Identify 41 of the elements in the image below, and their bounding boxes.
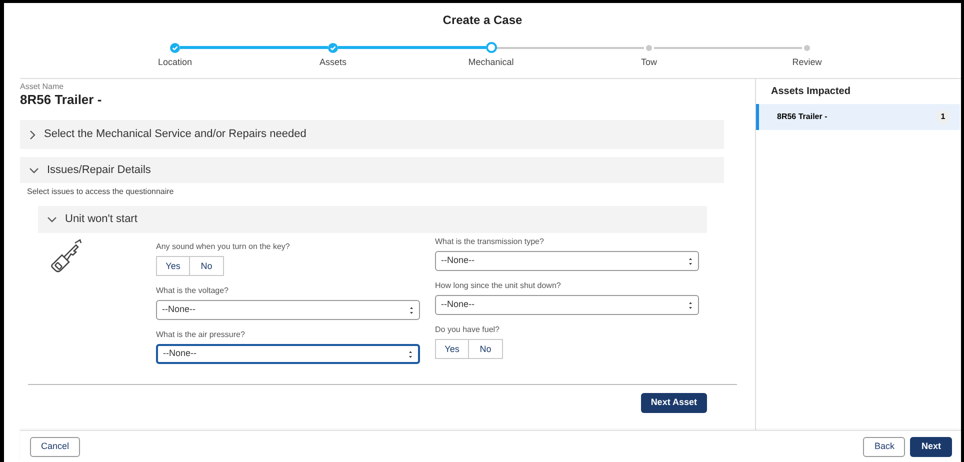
section-header[interactable]: Issues/Repair Details (20, 157, 724, 183)
select-field[interactable]: --None-- (156, 344, 420, 364)
step-label[interactable]: Mechanical (468, 57, 514, 68)
question-label: What is the air pressure? (156, 330, 246, 340)
step-label[interactable]: Location (158, 57, 192, 68)
page-title: Create a Case (442, 12, 524, 28)
question-label: Do you have fuel? (435, 325, 500, 335)
back-button[interactable]: Back (863, 436, 906, 456)
asset-name-value: 8R56 Trailer - (20, 92, 103, 108)
sort-arrows-icon (408, 350, 413, 358)
hint-text: Select issues to access the questionnaire (27, 187, 175, 197)
select-field[interactable]: --None-- (435, 295, 699, 315)
chevron-down-icon (29, 166, 39, 174)
step-label[interactable]: Tow (640, 57, 657, 68)
question-label: What is the voltage? (156, 286, 230, 296)
question-label: Any sound when you turn on the key? (156, 242, 291, 252)
next-button[interactable]: Next (910, 436, 952, 456)
sort-arrows-icon (409, 306, 414, 314)
step-label[interactable]: Assets (319, 57, 346, 68)
asset-list-item[interactable]: 8R56 Trailer - 1 (756, 104, 960, 130)
chevron-right-icon (29, 130, 36, 140)
toggle-option[interactable]: Yes (435, 339, 469, 359)
toggle-option[interactable]: Yes (156, 256, 190, 276)
sort-arrows-icon (688, 300, 693, 310)
question-label: How long since the unit shut down? (435, 281, 562, 291)
cancel-button[interactable]: Cancel (30, 436, 80, 456)
key-icon (50, 239, 83, 273)
question-label: What is the transmission type? (435, 237, 545, 247)
select-field[interactable]: --None-- (435, 251, 699, 271)
toggle-option[interactable]: No (190, 256, 224, 276)
step-label[interactable]: Review (792, 57, 822, 68)
issue-header[interactable]: Unit won't start (38, 206, 707, 233)
next-asset-button[interactable]: Next Asset (640, 393, 707, 413)
chevron-down-icon (47, 216, 57, 223)
count-badge: 1 (936, 110, 950, 124)
section-header[interactable]: Select the Mechanical Service and/or Repairs needed (20, 120, 724, 149)
sort-arrows-icon (688, 256, 693, 266)
panel-title: Assets Impacted (771, 86, 852, 98)
toggle-option[interactable]: No (469, 339, 503, 359)
select-field[interactable]: --None-- (156, 300, 420, 320)
asset-name-label: Asset Name (20, 82, 65, 92)
